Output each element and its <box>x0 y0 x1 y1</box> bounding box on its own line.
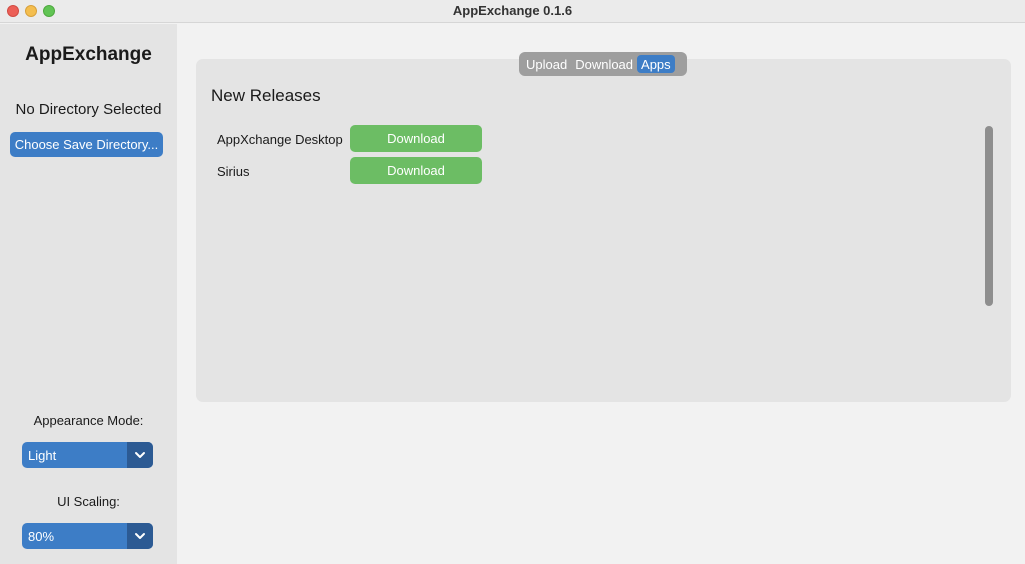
chevron-down-icon[interactable] <box>127 523 153 549</box>
appearance-mode-value: Light <box>28 448 57 463</box>
content-panel <box>196 59 1011 402</box>
title-bar: AppExchange 0.1.6 <box>0 0 1025 23</box>
window-title: AppExchange 0.1.6 <box>452 3 573 18</box>
choose-save-directory-button[interactable]: Choose Save Directory... <box>10 132 163 157</box>
app-title: AppExchange <box>25 44 152 65</box>
ui-scaling-value: 80% <box>28 529 55 544</box>
tab-apps[interactable]: Apps <box>637 55 675 73</box>
ui-scaling-label: UI Scaling: <box>57 494 120 509</box>
tab-bar: Upload Download Apps <box>519 52 687 76</box>
appearance-mode-select[interactable]: Light <box>22 442 153 468</box>
sidebar: AppExchange No Directory Selected Choose… <box>0 24 177 564</box>
tab-download[interactable]: Download <box>571 55 637 73</box>
ui-scaling-select[interactable]: 80% <box>22 523 153 549</box>
release-name: Sirius <box>217 164 250 179</box>
release-name: AppXchange Desktop <box>217 132 343 147</box>
scrollbar[interactable] <box>985 126 993 306</box>
section-title: New Releases <box>211 86 321 105</box>
download-button[interactable]: Download <box>350 157 482 184</box>
directory-status: No Directory Selected <box>15 101 162 118</box>
tab-upload[interactable]: Upload <box>522 55 571 73</box>
download-button[interactable]: Download <box>350 125 482 152</box>
appearance-mode-label: Appearance Mode: <box>33 413 144 428</box>
chevron-down-icon[interactable] <box>127 442 153 468</box>
